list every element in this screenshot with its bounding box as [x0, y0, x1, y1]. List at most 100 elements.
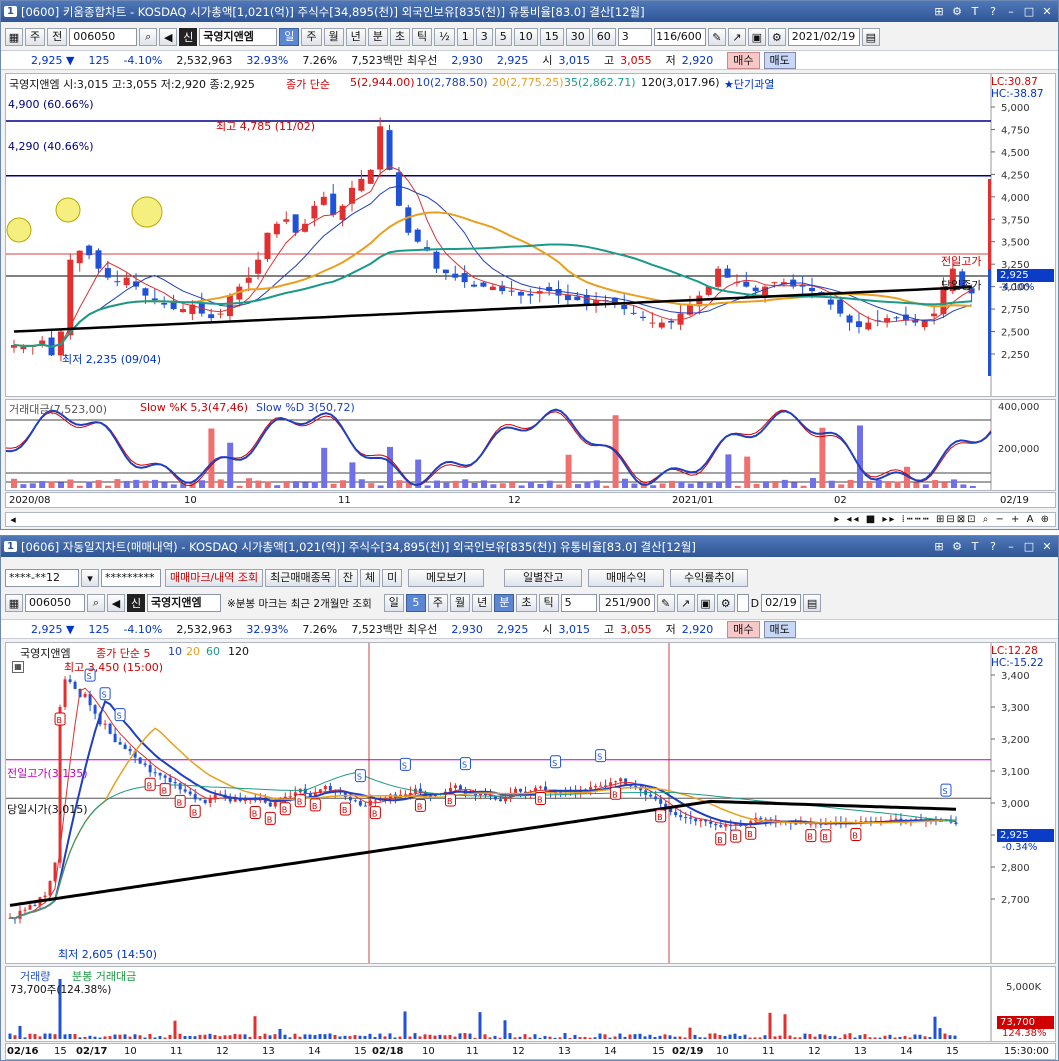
account-input[interactable]: ****-**12 [5, 569, 79, 587]
interval-3[interactable]: 3 [475, 28, 493, 46]
interval-10[interactable]: 10 [513, 28, 538, 46]
buy-button[interactable]: 매수 [727, 51, 760, 69]
recent-trades-button[interactable]: 최근매매종목 [265, 569, 336, 587]
link-icon[interactable]: ⊞ [931, 538, 947, 554]
trade-profit-button[interactable]: 매매수익 [588, 569, 665, 587]
ma20-legend: 20(2,775.25) [492, 76, 564, 89]
gear-icon[interactable]: ⚙ [767, 28, 786, 46]
count-input[interactable]: 116/600 [653, 28, 706, 46]
account-dropdown-icon[interactable]: ▾ [81, 569, 99, 587]
filled-toggle[interactable]: 체 [360, 569, 381, 587]
volume-chart[interactable]: 거래량 분봉 거래대금 73,700주(124.38%) 5,000K 73,7… [5, 966, 1056, 1042]
compare-icon[interactable]: ↗ [727, 28, 746, 46]
price-chart[interactable]: 5,000 4,750 4,500 4,250 4,000 3,750 3,500 3,250… [5, 73, 1056, 397]
mode-select[interactable]: 주 [25, 28, 46, 46]
chart-tools-icon[interactable]: ▸ ◂◂ ■ ▸▸ ⁞┅┅┅ ⊞⊟⊠⊡ ⌕ − + A ⊕ [834, 514, 1055, 525]
minute-chart[interactable]: 3,4003,3003,2003,1003,0002,9002,8002,700… [5, 642, 1056, 964]
return-trend-button[interactable]: 수익률추이 [670, 569, 749, 587]
window-titlebar[interactable]: 1 [0606] 자동일지차트(매매내역) - KOSDAQ 시가총액[1,02… [1, 536, 1058, 557]
pin-icon[interactable]: T [967, 538, 983, 554]
daily-balance-button[interactable]: 일별잔고 [504, 569, 583, 587]
minimize-icon[interactable]: – [1003, 538, 1019, 554]
interval-5[interactable]: 5 [494, 28, 512, 46]
period-month[interactable]: 월 [450, 594, 471, 612]
sell-button[interactable]: 매도 [763, 51, 796, 69]
period-minute[interactable]: 분 [494, 594, 515, 612]
candle-body [594, 786, 598, 788]
calendar-icon[interactable]: ▤ [803, 594, 822, 612]
interval-60[interactable]: 60 [591, 28, 616, 46]
period-year[interactable]: 년 [345, 28, 366, 46]
unfilled-toggle[interactable]: 미 [382, 569, 403, 587]
settings-icon[interactable]: ⚙ [949, 538, 965, 554]
memo-button[interactable]: 메모보기 [408, 569, 485, 587]
interval-half[interactable]: ½ [434, 28, 455, 46]
calendar-icon[interactable]: ▤ [861, 28, 880, 46]
period-tick[interactable]: 틱 [538, 594, 559, 612]
period-week[interactable]: 주 [301, 28, 322, 46]
amount-bar [283, 480, 290, 488]
stock-code-input[interactable]: 006050 [25, 594, 85, 612]
window-number: 1 [4, 541, 17, 552]
sell-button[interactable]: 매도 [763, 620, 796, 638]
chart-scrollbar[interactable]: ◂ ▸ ◂◂ ■ ▸▸ ⁞┅┅┅ ⊞⊟⊠⊡ ⌕ − + A ⊕ [5, 512, 1056, 527]
period-minute[interactable]: 분 [367, 28, 388, 46]
window-titlebar[interactable]: 1 [0600] 키움종합차트 - KOSDAQ 시가총액[1,021(억)] … [1, 1, 1058, 22]
save-icon[interactable]: ▣ [747, 28, 766, 46]
candle-body [118, 742, 122, 745]
interval-select[interactable]: 5 [405, 594, 426, 612]
period-second[interactable]: 초 [389, 28, 410, 46]
amount-bar [537, 484, 544, 488]
tool-icon[interactable]: ✎ [707, 28, 726, 46]
help-icon[interactable]: ? [985, 538, 1001, 554]
search-icon[interactable]: ⌕ [139, 28, 158, 46]
minute-select[interactable]: 5 [560, 594, 597, 612]
price-change: 125 [88, 622, 110, 636]
sub-chart[interactable]: 거래대금(7,523,00) Slow %K 5,3(47,46) Slow %… [5, 399, 1056, 491]
period-week[interactable]: 주 [427, 594, 448, 612]
compare-icon[interactable]: ↗ [676, 594, 695, 612]
password-input[interactable]: ********* [101, 569, 161, 587]
interval-30[interactable]: 30 [565, 28, 590, 46]
interval-select[interactable]: 3 [617, 28, 652, 46]
close-icon[interactable]: ✕ [1039, 3, 1055, 19]
settings-icon[interactable]: ⚙ [949, 3, 965, 19]
period-second[interactable]: 초 [516, 594, 537, 612]
close-icon[interactable]: ✕ [1039, 538, 1055, 554]
stock-code-input[interactable]: 006050 [69, 28, 138, 46]
period-day[interactable]: 일 [383, 594, 404, 612]
period-year[interactable]: 년 [472, 594, 493, 612]
link-icon[interactable]: ⊞ [931, 3, 947, 19]
sound-icon[interactable]: ◀ [107, 594, 125, 612]
interval-15[interactable]: 15 [539, 28, 564, 46]
amount-bar [452, 480, 459, 488]
date-checkbox[interactable] [736, 594, 749, 612]
market-select[interactable]: 전 [47, 28, 68, 46]
scroll-left-icon[interactable]: ◂ [6, 513, 20, 526]
volume-bar [938, 1028, 942, 1039]
tool-icon[interactable]: ✎ [656, 594, 675, 612]
search-icon[interactable]: ⌕ [87, 594, 105, 612]
layout-icon[interactable]: ▦ [5, 594, 23, 612]
maximize-icon[interactable]: □ [1021, 3, 1037, 19]
period-tick[interactable]: 틱 [412, 28, 433, 46]
date-input[interactable]: 2021/02/19 [787, 28, 860, 46]
pin-icon[interactable]: T [967, 3, 983, 19]
trade-mark-query-button[interactable]: 매매마크/내역 조회 [165, 569, 264, 587]
layout-icon[interactable]: ▦ [5, 28, 23, 46]
count-input[interactable]: 251/900 [598, 594, 655, 612]
gear-icon[interactable]: ⚙ [716, 594, 735, 612]
interval-1[interactable]: 1 [456, 28, 474, 46]
period-day[interactable]: 일 [279, 28, 300, 46]
maximize-icon[interactable]: □ [1021, 538, 1037, 554]
volume-bar [173, 1020, 177, 1039]
help-icon[interactable]: ? [985, 3, 1001, 19]
balance-toggle[interactable]: 잔 [337, 569, 359, 587]
save-icon[interactable]: ▣ [696, 594, 715, 612]
date-input[interactable]: 02/19 [761, 594, 802, 612]
sound-icon[interactable]: ◀ [159, 28, 178, 46]
minimize-icon[interactable]: – [1003, 3, 1019, 19]
period-month[interactable]: 월 [323, 28, 344, 46]
table-icon[interactable]: ▦ [12, 661, 24, 673]
buy-button[interactable]: 매수 [727, 620, 760, 638]
